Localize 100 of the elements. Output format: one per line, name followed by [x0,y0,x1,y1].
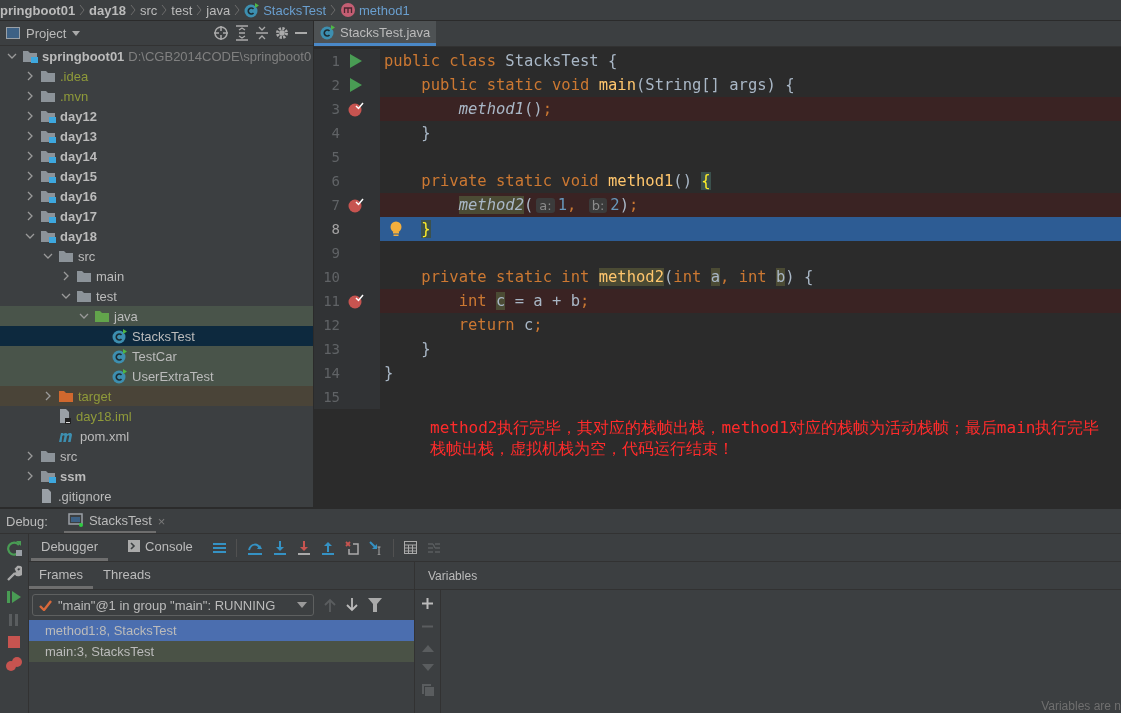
breakpoint-icon[interactable] [348,197,364,213]
rerun-icon[interactable] [6,540,22,556]
debug-tab[interactable]: Console [118,534,203,561]
code-line: public class StacksTest { [384,52,618,70]
tree-item[interactable]: day13 [0,126,313,146]
breadcrumb-item[interactable]: StacksTest [244,2,326,18]
class-icon [112,348,128,364]
debug-session-tab[interactable]: StacksTest [63,509,156,533]
resume-icon[interactable] [7,590,21,604]
panel-title[interactable]: Project [26,25,67,41]
tree-item[interactable]: .idea [0,66,313,86]
folder-icon [76,269,92,283]
line-number: 8 [330,221,340,237]
chevron-right-icon[interactable] [45,391,51,401]
tree-item[interactable]: ssm [0,466,313,486]
folder-icon [40,69,56,83]
file-icon [40,488,54,504]
tree-item[interactable]: .mvn [0,86,313,106]
tree-item[interactable]: day18.iml [0,406,313,426]
editor-tab[interactable]: StacksTest.java [314,21,437,46]
chevron-separator-icon [79,4,86,16]
breakpoints-icon[interactable] [6,657,22,671]
breakpoint-icon[interactable] [348,101,364,117]
run-icon[interactable] [350,54,362,68]
drop-frame-icon[interactable] [344,540,359,555]
chevron-down-icon[interactable] [61,293,71,299]
locate-icon[interactable] [213,25,229,41]
chevron-down-icon[interactable] [7,53,17,59]
tree-item[interactable]: main [0,266,313,286]
force-step-into-icon[interactable] [296,540,311,555]
tree-item[interactable]: target [0,386,313,406]
tree-item[interactable]: day16 [0,186,313,206]
run-icon[interactable] [350,78,362,92]
tree-item[interactable]: day17 [0,206,313,226]
module-folder-icon [40,129,56,143]
chevron-separator-icon [330,4,336,16]
tree-item[interactable]: src [0,446,313,466]
add-icon[interactable] [422,598,433,609]
filter-icon[interactable] [368,598,382,612]
chevron-down-icon[interactable] [79,313,89,319]
expand-all-icon[interactable] [235,25,249,41]
breadcrumb-item[interactable]: method1 [340,2,410,18]
breakpoint-icon[interactable] [348,293,364,309]
annotation-text: method2执行完毕，其对应的栈帧出栈，method1对应的栈帧为活动栈帧；最后main执行完毕 栈帧出栈，虚拟机栈为空，代码运行结束！ [430,417,1101,459]
tree-item[interactable]: day15 [0,166,313,186]
folder-icon [76,289,92,303]
breadcrumb-item[interactable]: pringboot01 [0,2,76,18]
tree-item[interactable]: StacksTest [0,326,313,346]
chevron-down-icon[interactable] [43,253,53,259]
code-line: private static void method1() { [420,172,711,190]
tree-item[interactable]: day18 [0,226,313,246]
panel-icon [6,27,20,39]
run-to-cursor-icon[interactable] [368,540,383,555]
code-line: private static int method2(int a, int b) { [420,268,814,286]
down-arrow-icon[interactable] [346,598,358,612]
code-line: public static void main(String[] args) { [420,76,795,94]
calculator-icon[interactable] [403,541,417,554]
settings-icon[interactable] [275,26,289,40]
breadcrumb-item[interactable]: java [206,2,231,18]
tree-item[interactable]: day14 [0,146,313,166]
class-icon [320,24,336,40]
dropdown-caret-icon[interactable] [72,30,81,36]
layout-menu-icon[interactable] [212,541,226,554]
module-folder-icon [40,209,56,223]
stack-frame[interactable]: main:3, StacksTest [29,641,414,662]
tree-item[interactable]: TestCar [0,346,313,366]
breadcrumb-item[interactable]: test [171,2,193,18]
class-icon [112,328,128,344]
panel-title: Variables [428,568,478,583]
class-icon [112,368,128,384]
chevron-down-icon[interactable] [25,233,35,239]
excluded-folder-icon [58,389,74,403]
lightbulb-icon[interactable] [390,221,402,237]
tree-item[interactable]: pom.xml [0,426,313,446]
code-line: method2( a: 1, b: 2); [457,196,639,214]
code-line: return c; [457,316,543,334]
wrench-icon[interactable] [6,565,22,581]
collapse-all-icon[interactable] [255,25,269,41]
tree-item[interactable]: UserExtraTest [0,366,313,386]
chevron-right-icon[interactable] [63,271,69,281]
tree-item[interactable]: java [0,306,313,326]
module-folder-icon [40,469,56,483]
breadcrumb-item[interactable]: src [140,2,158,18]
tree-item[interactable]: springboot01 D:\CGB2014CODE\springboot0 [0,46,313,66]
console-icon [128,540,141,552]
step-out-icon[interactable] [320,540,335,555]
debug-tab[interactable]: Debugger [31,534,109,561]
tree-item[interactable]: day12 [0,106,313,126]
module-folder-icon [40,229,56,243]
tree-item[interactable]: test [0,286,313,306]
tree-item[interactable]: .gitignore [0,486,313,506]
code-line: } [384,364,394,382]
frames-tab[interactable]: Frames [29,562,94,589]
breadcrumb-item[interactable]: day18 [89,2,126,18]
step-into-icon[interactable] [272,540,287,555]
tree-item[interactable]: src [0,246,313,266]
frames-tab[interactable]: Threads [93,562,161,589]
source-folder-icon [94,309,110,323]
code-line: int c = a + b; [457,292,590,310]
thread-dropdown[interactable]: "main"@1 in group "main": RUNNING [32,594,314,616]
